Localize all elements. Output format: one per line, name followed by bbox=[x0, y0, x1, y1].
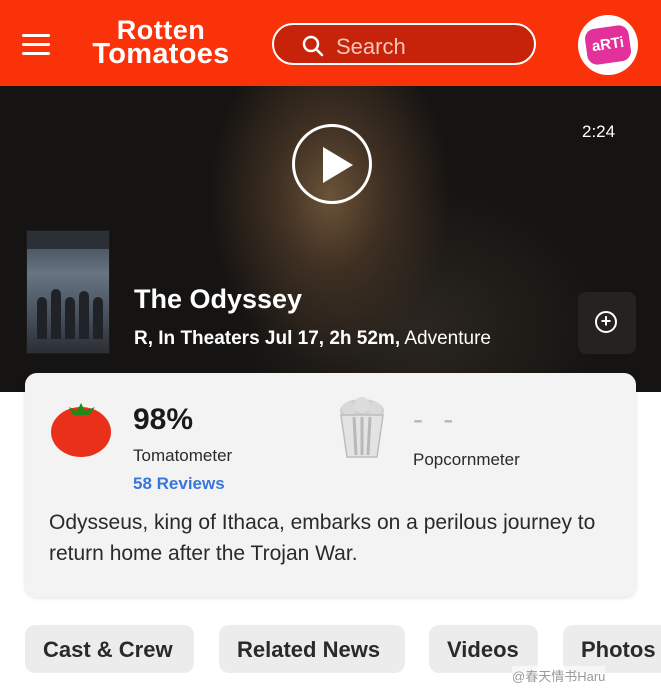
play-button[interactable] bbox=[292, 124, 372, 204]
movie-synopsis: Odysseus, king of Ithaca, embarks on a p… bbox=[49, 511, 596, 565]
tomatometer-label: Tomatometer bbox=[133, 446, 233, 465]
tab-cast-crew[interactable]: Cast & Crew bbox=[25, 625, 194, 673]
tomatometer-score: 98% bbox=[133, 403, 194, 436]
search-icon bbox=[302, 35, 324, 57]
menu-icon[interactable] bbox=[22, 34, 50, 56]
movie-title: The Odyssey bbox=[134, 284, 303, 314]
genre-label: Adventure bbox=[404, 328, 491, 349]
popcorn-icon bbox=[340, 397, 384, 458]
tab-related-news[interactable]: Related News bbox=[219, 625, 405, 673]
watermark-text: @春天情书Haru bbox=[512, 666, 606, 685]
user-avatar[interactable]: aRTi bbox=[578, 15, 638, 75]
trailer-hero[interactable]: 2:24 The Odyssey R, In Theaters Jul 17, … bbox=[0, 86, 661, 392]
popcornmeter-label: Popcornmeter bbox=[413, 450, 520, 469]
reviews-link[interactable]: 58 Reviews bbox=[133, 474, 225, 494]
logo-line-2: Tomatoes bbox=[92, 38, 230, 70]
add-to-watchlist-button[interactable]: + bbox=[578, 292, 636, 354]
movie-poster[interactable] bbox=[26, 230, 110, 354]
rotten-tomatoes-logo[interactable]: Rotten Tomatoes bbox=[78, 17, 244, 72]
rating-release-runtime: R, In Theaters Jul 17, 2h 52m, bbox=[134, 328, 401, 349]
plus-icon: + bbox=[595, 311, 617, 333]
search-input[interactable]: Search bbox=[272, 23, 536, 65]
search-placeholder: Search bbox=[336, 34, 406, 59]
movie-meta: R, In Theaters Jul 17, 2h 52m, Adventure bbox=[134, 328, 491, 350]
top-nav-bar: Rotten Tomatoes Search aRTi bbox=[0, 0, 661, 86]
score-card: 98% Tomatometer 58 Reviews - - Popcornme… bbox=[25, 373, 636, 597]
avatar-badge: aRTi bbox=[583, 24, 633, 66]
video-duration: 2:24 bbox=[582, 122, 616, 141]
play-icon bbox=[323, 147, 353, 183]
popcornmeter-score: - - bbox=[413, 403, 460, 436]
tomato-icon bbox=[51, 403, 111, 457]
